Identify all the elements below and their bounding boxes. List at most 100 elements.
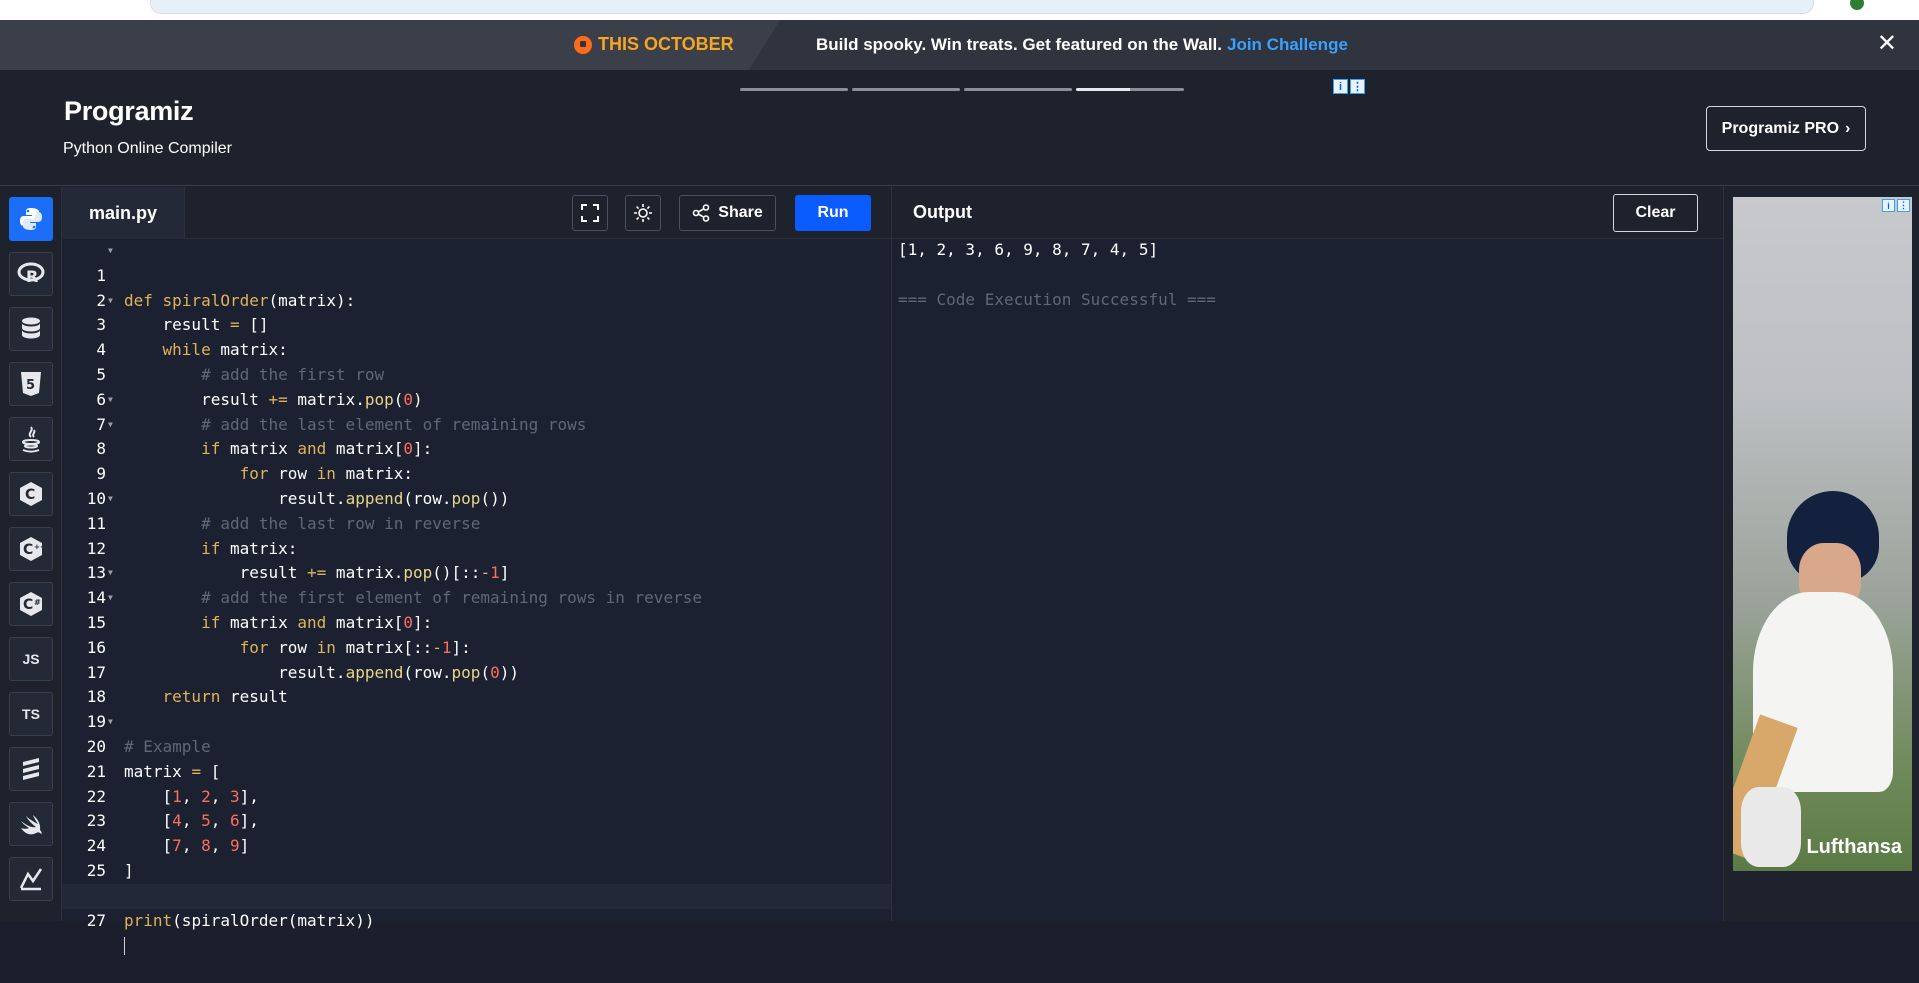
promo-banner: THIS OCTOBER Build spooky. Win treats. G… <box>0 20 1919 70</box>
code-line: 3 ▼ while matrix: <box>96 295 288 360</box>
run-button[interactable]: Run <box>795 195 871 231</box>
promo-tag-label: THIS OCTOBER <box>598 34 734 54</box>
ad-brand-label: Lufthansa <box>1806 836 1902 858</box>
programiz-pro-button[interactable]: Programiz PRO › <box>1706 106 1866 151</box>
code-line: 22 [4, 5, 6], <box>86 786 259 831</box>
code-line: 18 <box>86 687 106 707</box>
info-icon[interactable]: i <box>1333 79 1348 94</box>
code-line: 14 ▼ if matrix and matrix[0]: <box>86 568 433 632</box>
share-label: Share <box>718 204 763 221</box>
adchoices[interactable]: i ⋮ <box>1333 79 1365 94</box>
more-vert-icon[interactable]: ⋮ <box>1350 79 1365 94</box>
glove-illustration <box>1741 787 1801 867</box>
join-challenge-link[interactable]: Join Challenge <box>1227 35 1348 54</box>
sidebar-item-javascript[interactable]: JS <box>9 637 53 681</box>
python-icon <box>20 208 42 230</box>
code-line-current: 27 <box>62 883 891 955</box>
output-title: Output <box>913 202 972 222</box>
pumpkin-icon <box>574 35 592 54</box>
language-sidebar: R 5 C C ++ C # JS TS <box>0 187 62 921</box>
browser-chrome <box>0 0 1919 20</box>
code-line: 4 # add the first row <box>96 340 385 384</box>
output-toolbar: Output Clear <box>891 187 1723 239</box>
code-line: 19 # Example <box>86 712 211 756</box>
js-label: JS <box>22 651 40 667</box>
sidebar-item-typescript[interactable]: TS <box>9 692 53 736</box>
r-icon: R <box>17 262 45 286</box>
address-bar[interactable] <box>150 0 1814 14</box>
carousel-dot[interactable] <box>852 88 960 91</box>
share-button[interactable]: Share <box>679 195 776 231</box>
sidebar-item-r[interactable]: R <box>9 252 53 296</box>
lufthansa-ad[interactable]: i ⋮ Lufthansa <box>1733 197 1912 871</box>
sidebar-item-html[interactable]: 5 <box>9 362 53 406</box>
database-icon <box>22 317 40 339</box>
swift-bird-icon <box>21 815 42 835</box>
java-icon <box>22 426 40 453</box>
sidebar-item-sql[interactable] <box>9 307 53 351</box>
svg-text:++: ++ <box>34 543 45 551</box>
code-line: 20 ▼ matrix = [ <box>86 717 221 781</box>
cpp-icon: C ++ <box>20 537 45 561</box>
right-ad-column: i ⋮ Lufthansa <box>1723 187 1919 921</box>
carousel-dot[interactable] <box>1076 88 1184 91</box>
sun-icon <box>634 204 652 222</box>
code-line: 25 <box>86 860 106 880</box>
code-line: 5 result += matrix.pop(0) <box>96 364 423 409</box>
sidebar-item-python[interactable] <box>9 197 53 241</box>
site-header: Programiz Python Online Compiler i ⋮ Pro… <box>0 70 1919 186</box>
tab-main-py[interactable]: main.py <box>62 187 185 239</box>
html5-icon: 5 <box>21 372 41 396</box>
theme-toggle-button[interactable] <box>625 195 661 231</box>
more-vert-icon[interactable]: ⋮ <box>1897 199 1910 212</box>
code-line: 13 # add the first element of remaining … <box>86 563 702 608</box>
code-line: 23 [7, 8, 9] <box>86 811 250 856</box>
output-console[interactable]: [1, 2, 3, 6, 9, 8, 7, 4, 5] === Code Exe… <box>891 239 1723 921</box>
sidebar-item-php[interactable] <box>9 802 53 846</box>
profile-icon[interactable] <box>1850 0 1864 10</box>
info-icon[interactable]: i <box>1882 199 1895 212</box>
promo-message-text: Build spooky. Win treats. Get featured o… <box>816 35 1222 54</box>
sidebar-item-csharp[interactable]: C # <box>9 582 53 626</box>
code-line: 2 result = [] <box>96 290 269 335</box>
output-result: [1, 2, 3, 6, 9, 8, 7, 4, 5] <box>898 240 1159 259</box>
pro-button-label: Programiz PRO <box>1721 119 1840 137</box>
code-line: 12 result += matrix.pop()[::-1] <box>86 538 510 583</box>
page-subtitle: Python Online Compiler <box>63 140 232 157</box>
close-icon[interactable]: ✕ <box>1877 32 1897 56</box>
code-line: 16 result.append(row.pop(0)) <box>86 637 519 682</box>
carousel-dot[interactable] <box>740 88 848 91</box>
svg-text:#: # <box>34 598 41 607</box>
fullscreen-button[interactable] <box>572 195 608 231</box>
share-icon <box>692 204 710 222</box>
sidebar-item-java[interactable] <box>9 417 53 461</box>
programiz-logo[interactable]: Programiz <box>64 96 194 127</box>
fullscreen-icon <box>581 204 599 222</box>
text-cursor <box>124 936 125 955</box>
svg-text:C: C <box>23 542 33 558</box>
promo-message: Build spooky. Win treats. Get featured o… <box>816 35 1348 55</box>
editor-toolbar: main.py Share Run <box>62 187 891 239</box>
adchoices-mini[interactable]: i ⋮ <box>1882 199 1910 212</box>
ad-carousel-indicator <box>740 88 1184 91</box>
svg-text:5: 5 <box>26 378 35 393</box>
svg-text:R: R <box>26 267 38 286</box>
chart-icon <box>19 868 43 891</box>
carousel-dot[interactable] <box>964 88 1072 91</box>
clear-button[interactable]: Clear <box>1613 194 1698 232</box>
stack-icon <box>23 758 39 780</box>
code-editor[interactable]: 1 ▼ def spiralOrder(matrix): 2 result = [… <box>62 239 891 955</box>
csharp-icon: C # <box>20 592 42 616</box>
c-icon: C <box>20 482 42 506</box>
code-line: 9 result.append(row.pop()) <box>96 464 510 508</box>
sidebar-item-go[interactable] <box>9 747 53 791</box>
code-line: 10 # add the last row in reverse <box>86 488 481 533</box>
sidebar-item-cpp[interactable]: C ++ <box>9 527 53 571</box>
code-line: 17 return result <box>86 662 288 707</box>
output-status: === Code Execution Successful === <box>898 290 1216 309</box>
code-line: 7 ▼ if matrix and matrix[0]: <box>96 394 433 459</box>
sidebar-item-swift[interactable] <box>9 857 53 901</box>
code-line: 26 print(spiralOrder(matrix)) <box>87 886 375 930</box>
code-line: 11 ▼ if matrix: <box>86 494 298 558</box>
sidebar-item-c[interactable]: C <box>9 472 53 516</box>
